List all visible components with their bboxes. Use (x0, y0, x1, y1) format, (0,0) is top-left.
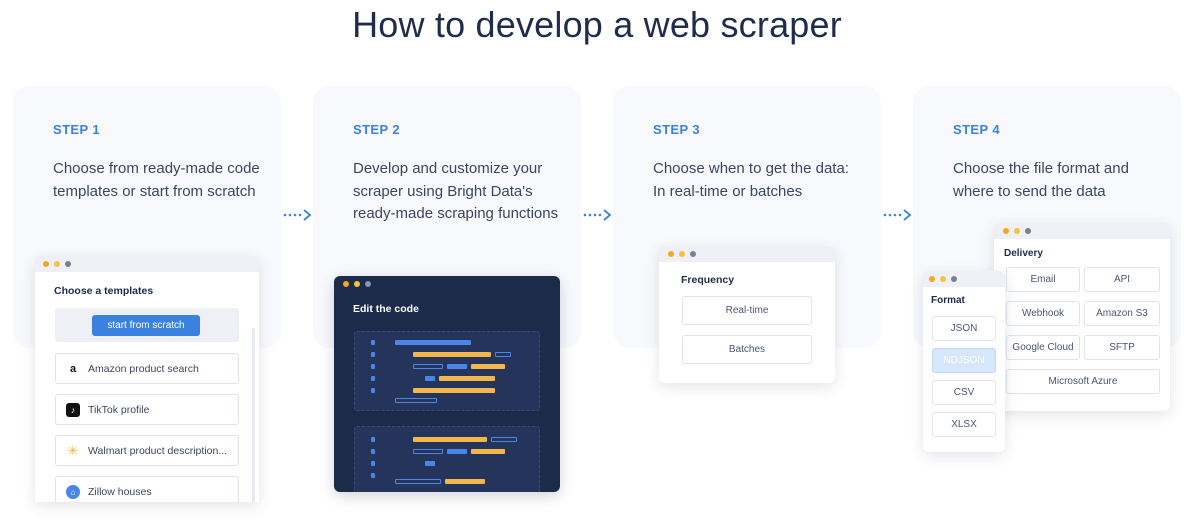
step-description: Develop and customize your scraper using… (353, 160, 559, 222)
window-dot-icon (951, 276, 957, 282)
dotted-arrow-icon (583, 209, 612, 221)
scrollbar[interactable] (252, 328, 255, 502)
window-dot-icon (43, 261, 49, 267)
dotted-arrow-icon (883, 209, 912, 221)
step-label: STEP 4 (953, 122, 1000, 137)
window-dot-icon (929, 276, 935, 282)
window-dot-icon (54, 261, 60, 267)
frequency-window: Frequency Real-time Batches (659, 246, 835, 383)
window-dot-icon (940, 276, 946, 282)
template-item-tiktok[interactable]: ♪ TikTok profile (55, 394, 239, 425)
amazon-icon: a (69, 363, 77, 375)
step-description: Choose the file format and where to send… (953, 160, 1129, 200)
step-label: STEP 3 (653, 122, 700, 137)
templates-title: Choose a templates (54, 285, 154, 297)
window-dot-icon (679, 251, 685, 257)
frequency-title: Frequency (681, 274, 735, 286)
code-editor-window: Edit the code (334, 276, 560, 492)
template-label: Walmart product description... (88, 444, 228, 457)
window-titlebar (994, 223, 1170, 239)
window-titlebar (923, 271, 1005, 287)
code-block[interactable] (354, 426, 540, 492)
window-dot-icon (668, 251, 674, 257)
window-dot-icon (690, 251, 696, 257)
window-dot-icon (1025, 228, 1031, 234)
zillow-icon: ⌂ (66, 485, 80, 499)
window-titlebar (659, 246, 835, 262)
start-strip: start from scratch (55, 308, 239, 342)
window-dot-icon (343, 281, 349, 287)
delivery-window: Delivery Email API Webhook Amazon S3 Goo… (994, 223, 1170, 411)
code-editor-title: Edit the code (353, 303, 419, 315)
format-option-csv[interactable]: CSV (932, 380, 996, 405)
delivery-option-sftp[interactable]: SFTP (1084, 335, 1160, 360)
delivery-option-api[interactable]: API (1084, 267, 1160, 292)
delivery-option-webhook[interactable]: Webhook (1006, 301, 1080, 326)
template-item-amazon[interactable]: a Amazon product search (55, 353, 239, 384)
window-dot-icon (65, 261, 71, 267)
window-titlebar (35, 256, 259, 272)
tiktok-icon: ♪ (66, 403, 80, 417)
window-titlebar (334, 276, 560, 292)
format-option-xlsx[interactable]: XLSX (932, 412, 996, 437)
walmart-icon: ✳ (67, 443, 79, 458)
delivery-title: Delivery (1004, 248, 1043, 259)
frequency-option-real-time[interactable]: Real-time (682, 296, 812, 325)
format-option-json[interactable]: JSON (932, 316, 996, 341)
format-title: Format (931, 295, 965, 306)
delivery-option-microsoft-azure[interactable]: Microsoft Azure (1006, 369, 1160, 394)
delivery-option-google-cloud[interactable]: Google Cloud (1006, 335, 1080, 360)
template-item-zillow[interactable]: ⌂ Zillow houses (55, 476, 239, 502)
templates-window: Choose a templates start from scratch a … (35, 256, 259, 502)
frequency-option-batches[interactable]: Batches (682, 335, 812, 364)
format-window: Format JSON NDJSON CSV XLSX (923, 271, 1005, 452)
page-title: How to develop a web scraper (352, 4, 842, 45)
template-label: Zillow houses (88, 485, 152, 498)
step-label: STEP 2 (353, 122, 400, 137)
step-label: STEP 1 (53, 122, 100, 137)
window-dot-icon (1003, 228, 1009, 234)
window-dot-icon (1014, 228, 1020, 234)
start-from-scratch-button[interactable]: start from scratch (92, 315, 200, 336)
dotted-arrow-icon (283, 209, 312, 221)
delivery-option-email[interactable]: Email (1006, 267, 1080, 292)
format-option-ndjson[interactable]: NDJSON (932, 348, 996, 373)
template-item-walmart[interactable]: ✳ Walmart product description... (55, 435, 239, 466)
delivery-option-amazon-s3[interactable]: Amazon S3 (1084, 301, 1160, 326)
template-label: Amazon product search (88, 362, 199, 375)
code-block[interactable] (354, 331, 540, 411)
window-dot-icon (365, 281, 371, 287)
step-description: Choose from ready-made code templates or… (53, 160, 260, 200)
window-dot-icon (354, 281, 360, 287)
step-description: Choose when to get the data: In real-tim… (653, 160, 849, 200)
template-label: TikTok profile (88, 403, 150, 416)
